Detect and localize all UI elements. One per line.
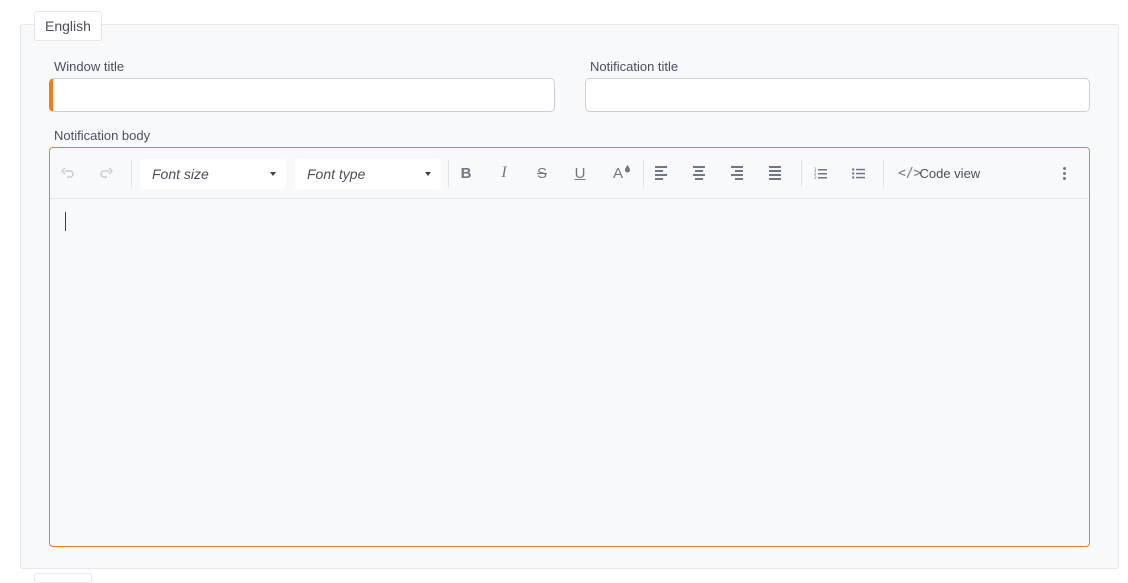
font-color-button[interactable]: A — [605, 160, 631, 186]
align-center-icon — [693, 166, 705, 180]
italic-button[interactable]: I — [491, 160, 517, 186]
bold-button[interactable]: B — [453, 160, 479, 186]
chevron-down-icon — [425, 172, 431, 176]
toolbar-divider — [883, 160, 884, 187]
bold-icon: B — [460, 164, 472, 182]
redo-button[interactable] — [93, 160, 119, 186]
redo-icon — [100, 167, 113, 178]
undo-button[interactable] — [55, 160, 81, 186]
unordered-list-button[interactable] — [845, 160, 871, 186]
underline-icon: U — [574, 164, 586, 182]
more-options-button[interactable] — [1051, 160, 1077, 186]
align-right-button[interactable] — [724, 160, 750, 186]
align-left-icon — [655, 166, 667, 180]
more-vertical-icon — [1062, 166, 1066, 180]
editor-content-area[interactable] — [50, 200, 1089, 546]
notification-title-label: Notification title — [590, 59, 679, 74]
italic-icon: I — [501, 164, 507, 181]
code-icon: </> — [898, 165, 922, 181]
svg-text:3: 3 — [814, 175, 817, 179]
drop-icon — [625, 164, 630, 172]
align-justify-icon — [769, 166, 781, 180]
align-justify-button[interactable] — [762, 160, 788, 186]
font-type-placeholder: Font type — [307, 166, 366, 182]
code-view-label: Code view — [919, 165, 981, 181]
align-right-icon — [731, 166, 743, 180]
next-language-tab[interactable] — [34, 573, 92, 583]
notification-title-input[interactable] — [585, 78, 1090, 112]
language-tab-english[interactable]: English — [34, 11, 102, 41]
ordered-list-icon: 1 2 3 — [814, 167, 827, 179]
undo-icon — [61, 167, 74, 178]
notification-body-label: Notification body — [54, 128, 151, 143]
window-title-label: Window title — [54, 59, 125, 74]
font-size-placeholder: Font size — [152, 166, 209, 182]
chevron-down-icon — [270, 172, 276, 176]
editor-toolbar: Font size Font type B I S U A 1 2 3 </> … — [50, 148, 1089, 199]
toolbar-divider — [131, 160, 132, 187]
strikethrough-icon: S — [536, 164, 547, 182]
font-color-letter: A — [612, 164, 623, 182]
font-type-dropdown[interactable]: Font type — [295, 159, 441, 189]
toolbar-divider — [643, 160, 644, 187]
window-title-input[interactable] — [49, 78, 555, 112]
underline-button[interactable]: U — [567, 160, 593, 186]
code-view-button[interactable]: </> Code view — [898, 160, 980, 186]
notification-body-editor: Font size Font type B I S U A 1 2 3 </> … — [49, 147, 1090, 547]
unordered-list-icon — [851, 168, 865, 179]
toolbar-divider — [448, 160, 449, 187]
align-center-button[interactable] — [686, 160, 712, 186]
ordered-list-button[interactable]: 1 2 3 — [807, 160, 833, 186]
strikethrough-button[interactable]: S — [529, 160, 555, 186]
align-left-button[interactable] — [648, 160, 674, 186]
toolbar-divider — [801, 160, 802, 187]
font-color-icon: A — [612, 164, 630, 182]
font-size-dropdown[interactable]: Font size — [140, 159, 286, 189]
text-cursor — [65, 212, 66, 231]
